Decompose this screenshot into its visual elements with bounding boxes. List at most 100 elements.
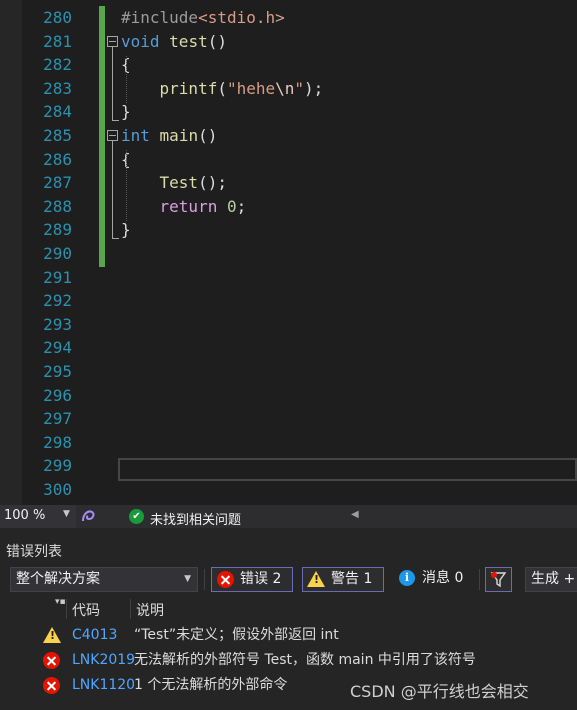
errors-count-label: 错误 2: [240, 571, 282, 587]
code-token: #include: [121, 8, 199, 27]
code-token: test: [169, 31, 208, 51]
column-separator[interactable]: [66, 599, 67, 619]
code-token: (): [198, 126, 218, 145]
line-number: 289: [43, 220, 72, 240]
code-line[interactable]: 292: [0, 289, 577, 313]
intellicode-icon[interactable]: [80, 508, 96, 524]
code-line[interactable]: 286{: [0, 148, 577, 172]
warning-icon: !: [43, 627, 61, 643]
code-token: 0: [226, 196, 237, 216]
column-header-description[interactable]: 说明: [136, 600, 164, 620]
code-line[interactable]: 294: [0, 336, 577, 360]
code-token: <stdio.h>: [198, 8, 285, 27]
code-line[interactable]: 291: [0, 266, 577, 290]
info-icon: i: [399, 570, 415, 586]
code-line[interactable]: 298: [0, 431, 577, 455]
line-number: 290: [43, 244, 72, 263]
code-line[interactable]: 281 void test(): [0, 30, 577, 54]
filter-icon: [490, 572, 507, 588]
messages-count-label: 消息 0: [422, 570, 464, 586]
code-line[interactable]: 285 int main(): [0, 124, 577, 148]
line-number: 285: [43, 126, 72, 145]
code-text: #include<stdio.h>: [121, 6, 285, 30]
code-line[interactable]: 288 return 0;: [0, 195, 577, 219]
error-row[interactable]: ! C4013 “Test”未定义；假设外部返回 int: [0, 623, 577, 648]
code-token: }: [121, 102, 131, 122]
code-line[interactable]: 282{: [0, 53, 577, 77]
scroll-left-icon[interactable]: ◀: [351, 509, 359, 520]
line-number: 291: [43, 267, 72, 287]
error-code[interactable]: C4013: [72, 623, 134, 648]
code-line[interactable]: 289}: [0, 218, 577, 242]
code-line[interactable]: 290: [0, 242, 577, 266]
watermark: CSDN @平行线也会相交: [350, 682, 529, 701]
issues-status-text[interactable]: 未找到相关问题: [150, 509, 241, 528]
build-source-dropdown[interactable]: 生成 +: [525, 567, 577, 592]
line-number: 298: [43, 432, 72, 452]
code-token: );: [304, 78, 324, 98]
error-description: 1 个无法解析的外部命令: [134, 677, 288, 693]
code-token: printf: [159, 78, 218, 98]
warnings-count-label: 警告 1: [331, 571, 373, 587]
editor-status-bar: 100 % ▼ ✔ 未找到相关问题 ◀: [0, 505, 577, 528]
error-description: 无法解析的外部符号 Test，函数 main 中引用了该符号: [134, 652, 476, 668]
code-token: int: [121, 126, 150, 145]
warnings-filter-button[interactable]: ! 警告 1: [302, 567, 384, 592]
code-token: Test: [159, 173, 199, 193]
code-token: (): [207, 31, 227, 51]
line-number: 282: [43, 55, 72, 75]
code-line[interactable]: 300: [0, 478, 577, 502]
column-separator[interactable]: [130, 599, 131, 619]
code-token: return: [159, 196, 218, 216]
line-number: 281: [43, 31, 72, 51]
code-token: ": [294, 78, 305, 98]
code-text: Test();: [121, 171, 227, 195]
line-number: 296: [43, 385, 72, 405]
sort-icon[interactable]: ▾▪: [55, 597, 66, 607]
build-source-value: 生成 +: [531, 571, 576, 587]
code-line[interactable]: 280 #include<stdio.h>: [0, 6, 577, 30]
code-text: void test(): [121, 30, 227, 54]
line-number: 280: [43, 8, 72, 27]
messages-filter-button[interactable]: i 消息 0: [394, 567, 474, 592]
filter-button[interactable]: [485, 567, 512, 592]
code-line[interactable]: 284}: [0, 100, 577, 124]
error-code[interactable]: LNK1120: [72, 673, 134, 698]
code-line[interactable]: 293: [0, 313, 577, 337]
error-row[interactable]: LNK2019 无法解析的外部符号 Test，函数 main 中引用了该符号: [0, 648, 577, 673]
code-token: (: [217, 78, 227, 98]
fold-end: [112, 238, 119, 239]
error-list-header: ▾▪ 代码 说明: [0, 597, 577, 621]
code-token: \n: [275, 78, 295, 98]
collapse-main-icon[interactable]: [107, 130, 118, 141]
fold-line: [112, 141, 113, 238]
error-code[interactable]: LNK2019: [72, 648, 134, 673]
line-number: 297: [43, 409, 72, 429]
collapse-test-icon[interactable]: [107, 36, 118, 47]
line-number: 288: [43, 196, 72, 216]
error-icon: [43, 677, 60, 694]
fold-end: [112, 120, 119, 121]
code-line[interactable]: 287 Test();: [0, 171, 577, 195]
code-line[interactable]: 297: [0, 407, 577, 431]
scope-dropdown[interactable]: 整个解决方案 ▼: [10, 567, 198, 592]
code-line[interactable]: 295: [0, 360, 577, 384]
column-header-code[interactable]: 代码: [72, 600, 100, 620]
code-token: "hehe: [226, 78, 276, 98]
toolbar-separator: [479, 569, 480, 590]
code-line[interactable]: 296: [0, 384, 577, 408]
code-token: void: [121, 31, 160, 51]
chevron-down-icon: ▼: [63, 509, 70, 519]
line-number: 292: [43, 291, 72, 311]
fold-line: [112, 47, 113, 120]
check-circle-icon: ✔: [129, 509, 144, 524]
error-icon: [43, 652, 60, 669]
code-line[interactable]: 283 printf("hehe\n");: [0, 77, 577, 101]
line-number: 300: [43, 480, 72, 499]
scope-value: 整个解决方案: [16, 571, 100, 587]
zoom-dropdown[interactable]: 100 % ▼: [0, 505, 76, 528]
chevron-down-icon: ▼: [184, 574, 191, 584]
errors-filter-button[interactable]: 错误 2: [211, 567, 293, 592]
code-editor[interactable]: 280 #include<stdio.h> 281 void test() 282{28…: [0, 0, 577, 505]
